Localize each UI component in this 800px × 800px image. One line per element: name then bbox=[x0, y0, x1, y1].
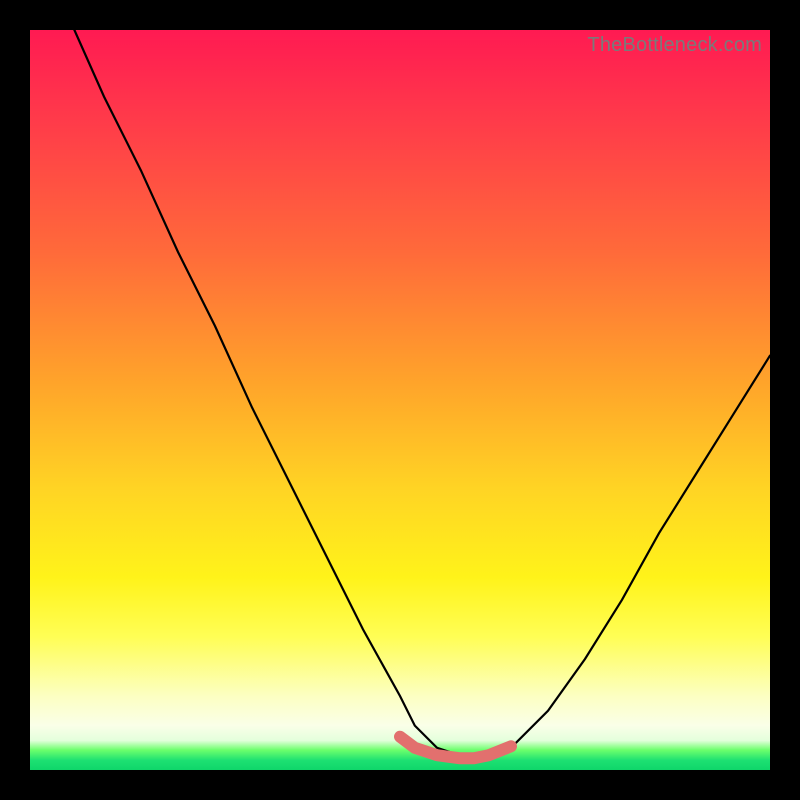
chart-frame: TheBottleneck.com bbox=[0, 0, 800, 800]
watermark-text: TheBottleneck.com bbox=[587, 34, 762, 57]
chart-svg bbox=[30, 30, 770, 770]
bottom-highlight-path bbox=[400, 737, 511, 759]
main-curve-path bbox=[74, 30, 770, 755]
plot-area: TheBottleneck.com bbox=[30, 30, 770, 770]
